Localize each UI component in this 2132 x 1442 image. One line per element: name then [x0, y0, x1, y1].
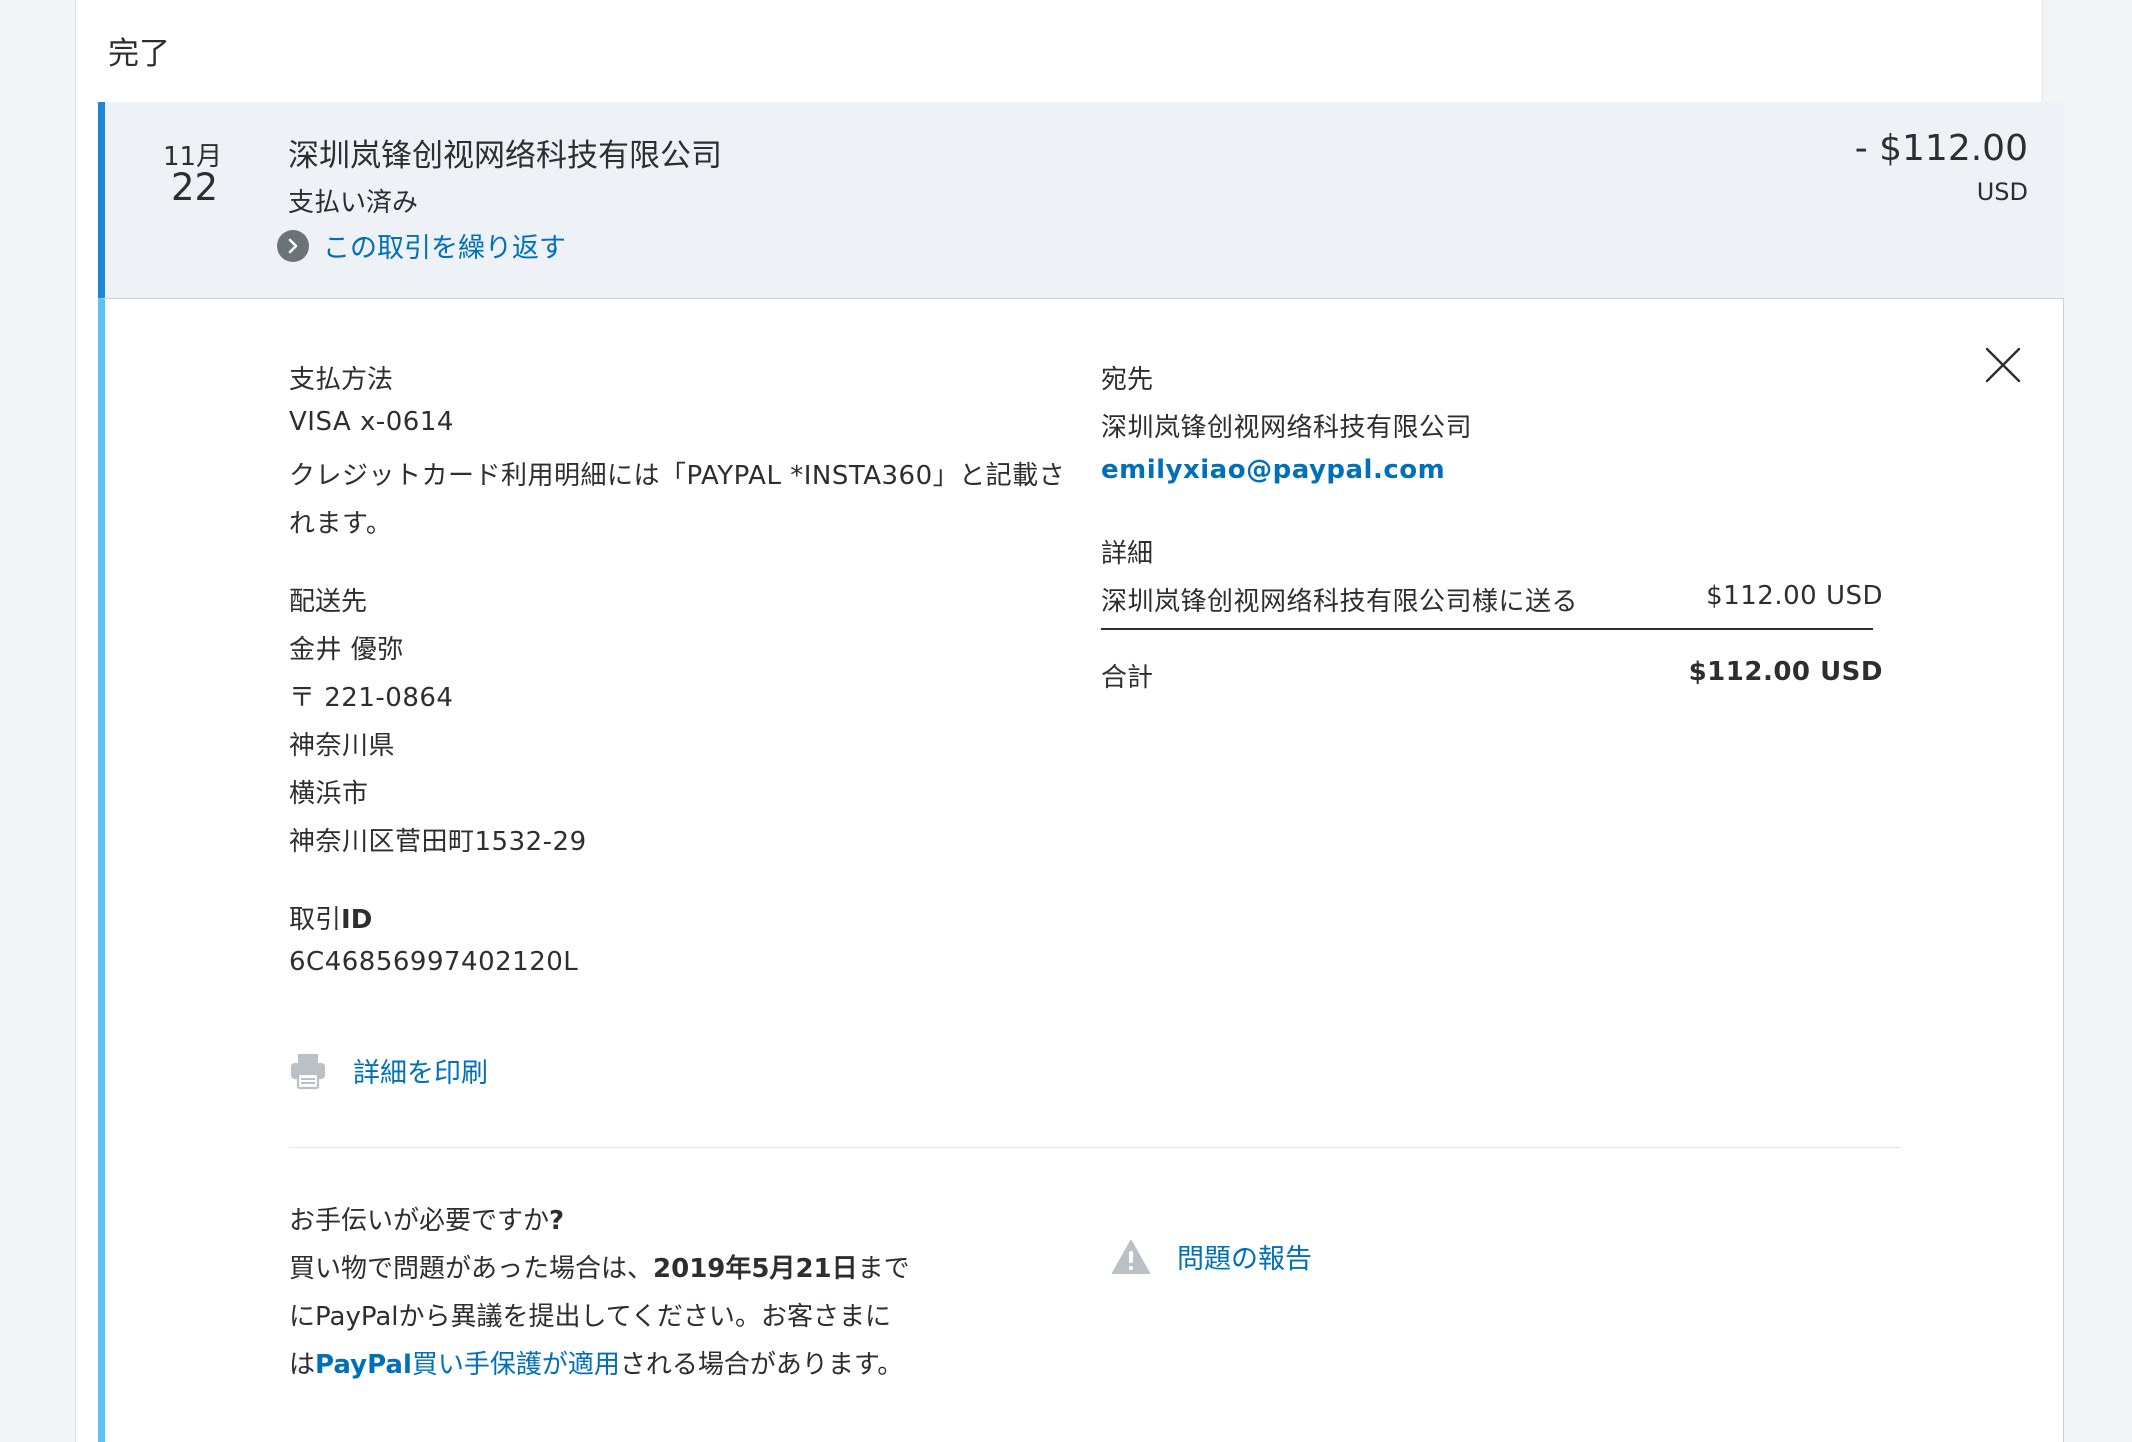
total-label: 合計 [1101, 663, 1154, 693]
transaction-id-label-suffix: ID [341, 905, 373, 935]
help-line-1-prefix: 買い物で問題があった場合は、 [289, 1254, 654, 1284]
report-problem-button[interactable]: 問題の報告 [1111, 1237, 1312, 1276]
print-details-button[interactable]: 詳細を印刷 [289, 1051, 488, 1090]
transaction-status: 支払い済み [288, 188, 419, 218]
section-title: 完了 [108, 36, 170, 72]
transaction-amount: - $112.00 [1854, 128, 2028, 169]
transaction-day: 22 [171, 166, 219, 209]
transaction-currency: USD [1976, 178, 2028, 206]
recipient-name: 深圳岚锋创视网络科技有限公司 [1101, 413, 1473, 443]
total-amount: $112.00 USD [1688, 657, 1883, 687]
transaction-id-label-prefix: 取引 [289, 905, 342, 935]
merchant-name: 深圳岚锋创视网络科技有限公司 [288, 138, 722, 174]
recipient-email-link[interactable]: emilyxiao@paypal.com [1101, 455, 1445, 485]
warning-icon [1111, 1239, 1151, 1275]
statement-note-line1: クレジットカード利用明細には「PAYPAL *INSTA360」と記載さ [289, 461, 1066, 491]
statement-note-line2: れます。 [289, 509, 393, 539]
help-line-3-prefix: は [289, 1350, 316, 1380]
shipping-label: 配送先 [289, 587, 368, 617]
payment-method-label: 支払方法 [289, 365, 394, 395]
print-details-label: 詳細を印刷 [353, 1058, 488, 1089]
help-title-text: お手伝いが必要ですか [289, 1206, 550, 1236]
transaction-details-panel: 支払方法 VISA x-0614 クレジットカード利用明細には「PAYPAL *… [98, 298, 2064, 1442]
help-line-3-suffix: される場合があります。 [619, 1350, 904, 1380]
transaction-summary-row[interactable]: 11月 22 深圳岚锋创视网络科技有限公司 支払い済み この取引を繰り返す - … [98, 102, 2064, 298]
payment-card: VISA x-0614 [289, 407, 454, 437]
printer-icon [289, 1052, 327, 1090]
breakdown-label: 詳細 [1101, 539, 1154, 569]
section-divider [289, 1147, 1901, 1148]
buyer-protection-link[interactable]: 買い手保護が適用 [412, 1350, 620, 1380]
dispute-deadline: 2019年5月21日 [653, 1254, 858, 1284]
help-line-1-suffix: まで [857, 1254, 910, 1284]
breakdown-item-amount: $112.00 USD [1706, 581, 1883, 611]
shipping-name: 金井 優弥 [289, 635, 404, 665]
chevron-right-icon [277, 229, 309, 262]
help-title: お手伝いが必要ですか? [289, 1197, 564, 1245]
transaction-id-label: 取引ID [289, 899, 372, 936]
shipping-city: 横浜市 [289, 779, 369, 809]
transaction-page: 完了 11月 22 深圳岚锋创视网络科技有限公司 支払い済み この取引を繰り返す… [75, 0, 2064, 1442]
shipping-postal: 〒 221-0864 [289, 683, 454, 713]
breakdown-divider [1101, 628, 1873, 630]
help-title-question-mark: ? [549, 1206, 565, 1236]
recipient-label: 宛先 [1101, 365, 1154, 395]
help-line-2: にPayPalから異議を提出してください。お客さまに [289, 1302, 891, 1332]
report-problem-label: 問題の報告 [1177, 1244, 1312, 1275]
buyer-protection-brand-link[interactable]: PayPal [315, 1350, 412, 1380]
shipping-prefecture: 神奈川県 [289, 731, 396, 761]
repeat-transaction-link[interactable]: この取引を繰り返す [277, 226, 566, 265]
repeat-transaction-label: この取引を繰り返す [323, 233, 566, 264]
breakdown-item: 深圳岚锋创视网络科技有限公司様に送る [1101, 587, 1579, 617]
help-line-3: はPayPal買い手保護が適用される場合があります。 [289, 1341, 903, 1389]
close-icon[interactable] [1983, 345, 2023, 385]
help-line-1: 買い物で問題があった場合は、2019年5月21日まで [289, 1245, 910, 1293]
shipping-street: 神奈川区菅田町1532-29 [289, 827, 587, 857]
transaction-id-value: 6C46856997402120L [289, 947, 579, 977]
